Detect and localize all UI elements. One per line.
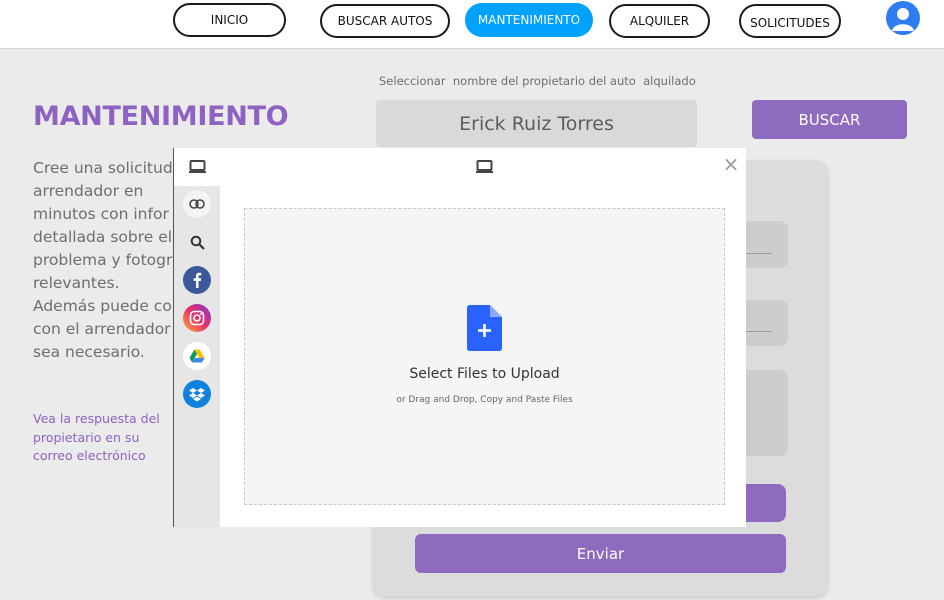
nav-alquiler[interactable]: ALQUILER	[609, 4, 710, 38]
web-search-icon[interactable]	[183, 228, 211, 256]
nav-solicitudes[interactable]: SOLICITUDES	[739, 4, 841, 38]
dropzone-title: Select Files to Upload	[409, 366, 560, 382]
add-file-icon[interactable]	[467, 305, 502, 351]
send-button[interactable]: Enviar	[415, 534, 786, 573]
computer-source-header-icon	[476, 160, 493, 173]
user-avatar-icon[interactable]	[886, 1, 920, 35]
search-button[interactable]: BUSCAR	[752, 100, 907, 139]
form-field-1[interactable]	[745, 221, 788, 268]
form-description-field[interactable]	[745, 370, 788, 456]
close-icon[interactable]: ×	[722, 154, 740, 174]
rail-header	[174, 148, 220, 186]
nav-mantenimiento[interactable]: MANTENIMIENTO	[465, 3, 593, 37]
owner-name-field[interactable]: Erick Ruiz Torres	[376, 100, 697, 147]
nav-buscar-autos[interactable]: BUSCAR AUTOS	[320, 4, 450, 38]
instagram-icon[interactable]	[183, 304, 211, 332]
source-rail	[174, 186, 220, 527]
owner-field-label: Seleccionar nombre del propietario del a…	[379, 74, 696, 88]
page-title: MANTENIMIENTO	[33, 101, 289, 132]
google-drive-icon[interactable]	[183, 342, 211, 370]
attach-photos-button[interactable]	[745, 484, 786, 522]
computer-icon[interactable]	[189, 160, 206, 174]
file-picker-dialog: × Select Files to Upload or Drag and Dro…	[173, 148, 746, 527]
top-navbar: INICIO BUSCAR AUTOS MANTENIMIENTO ALQUIL…	[0, 0, 944, 49]
dropbox-icon[interactable]	[183, 380, 211, 408]
form-field-2[interactable]	[745, 300, 788, 346]
email-response-note: Vea la respuesta del propietario en su c…	[33, 411, 160, 463]
file-dropzone[interactable]: Select Files to Upload or Drag and Drop,…	[244, 208, 725, 505]
link-icon[interactable]	[183, 190, 211, 218]
facebook-icon[interactable]	[183, 266, 211, 294]
dropzone-subtitle: or Drag and Drop, Copy and Paste Files	[396, 395, 573, 405]
nav-inicio[interactable]: INICIO	[173, 3, 286, 37]
